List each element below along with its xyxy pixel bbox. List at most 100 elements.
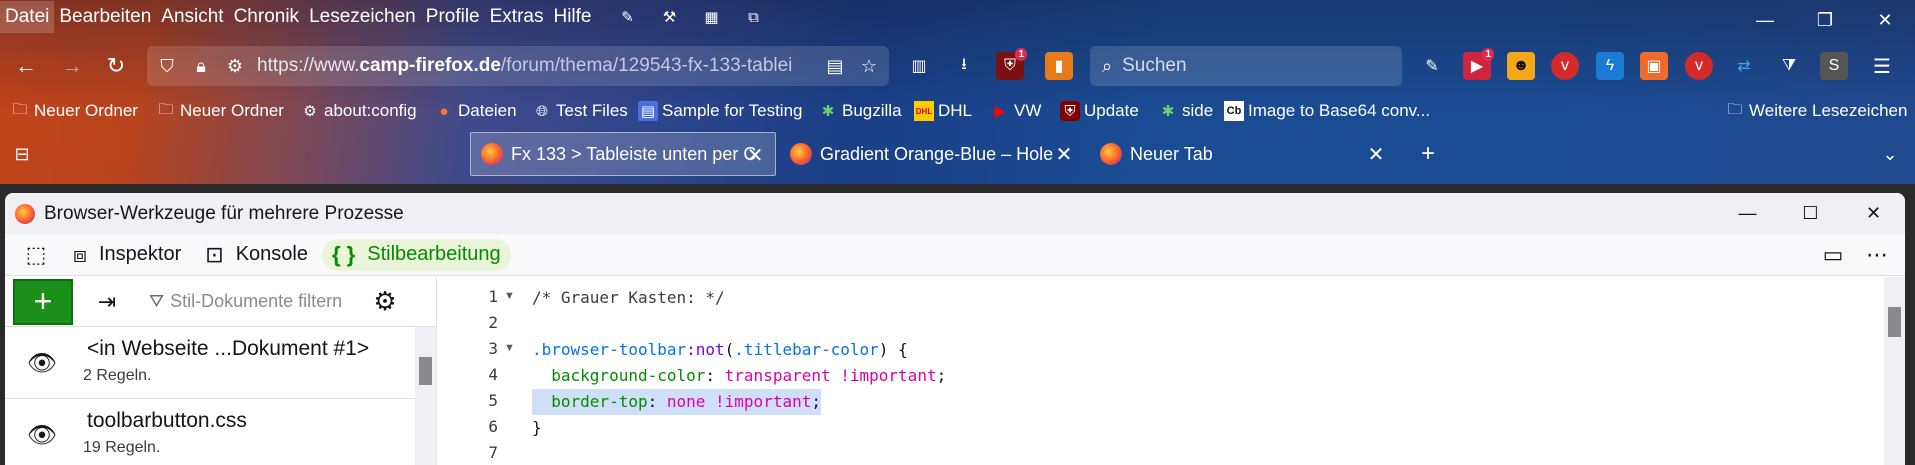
menu-extras[interactable]: Extras: [485, 1, 549, 33]
firefox-icon: [15, 203, 35, 224]
firefox-icon: [481, 143, 503, 165]
url-bar[interactable]: ⛉ 🔒︎ ⚙ https://www.camp-firefox.de/forum…: [147, 46, 889, 86]
bookmark-star-icon[interactable]: ☆: [855, 52, 883, 80]
stylesheet-list: 👁︎ <in Webseite ...Dokument #1> 2 Regeln…: [5, 327, 416, 465]
shield-icon[interactable]: ⛉: [153, 52, 181, 80]
new-stylesheet-button[interactable]: +: [13, 278, 73, 325]
filter-input[interactable]: ⛛ Stil-Dokumente filtern: [149, 291, 349, 312]
url-text[interactable]: https://www.camp-firefox.de/forum/thema/…: [257, 55, 821, 77]
gear-icon[interactable]: ⚙: [365, 282, 405, 322]
download-icon[interactable]: ⭳: [950, 52, 978, 80]
forward-icon[interactable]: →: [56, 50, 88, 82]
restore-icon[interactable]: ❐: [1795, 0, 1855, 40]
bookmark-vw[interactable]: ▶ VW: [990, 98, 1041, 124]
search-bar[interactable]: ⌕ Suchen: [1090, 46, 1402, 86]
new-tab-icon[interactable]: +: [1412, 138, 1444, 170]
sidebar-scrollbar[interactable]: [415, 327, 436, 465]
extension-face-icon[interactable]: ☻: [1507, 52, 1535, 80]
permissions-icon[interactable]: ⚙: [221, 52, 249, 80]
bookmark-more[interactable]: 🗀︎ Weitere Lesezeichen: [1725, 98, 1907, 124]
menu-profile[interactable]: Profile: [421, 1, 485, 33]
close-icon[interactable]: ✕: [1855, 0, 1915, 40]
code-line: /* Grauer Kasten: */: [532, 288, 725, 307]
more-options-icon[interactable]: ⋯: [1855, 237, 1899, 273]
bookmark-update[interactable]: ⛨ Update: [1060, 98, 1139, 124]
back-icon[interactable]: ←: [10, 50, 42, 82]
element-picker-icon[interactable]: ⬚: [17, 237, 55, 273]
close-icon[interactable]: ✕: [743, 143, 767, 167]
menu-hilfe[interactable]: Hilfe: [548, 1, 596, 33]
line-gutter: 1 ▼ 2 3 ▼ 4 5 6 7: [488, 287, 516, 462]
eye-icon[interactable]: 👁︎: [25, 349, 59, 377]
arrows-icon[interactable]: ⇄: [1730, 52, 1758, 80]
sidebar-toolbar: + ⇥ ⛛ Stil-Dokumente filtern ⚙: [5, 277, 436, 327]
tab-fx133[interactable]: Fx 133 > Tableiste unten per CSS ✕: [470, 132, 776, 176]
gear-icon: ⚙: [303, 103, 317, 120]
bookmark-folder[interactable]: 🗀︎ Neuer Ordner: [10, 98, 137, 124]
lock-icon[interactable]: 🔒︎: [187, 52, 215, 80]
sync-s-icon[interactable]: S: [1820, 52, 1848, 80]
bookmark-folder[interactable]: 🗀︎ Neuer Ordner: [156, 98, 283, 124]
screenshot-icon[interactable]: ⧉: [743, 6, 765, 28]
import-icon[interactable]: ⇥: [87, 282, 127, 322]
tab-neuer-tab[interactable]: Neuer Tab ✕: [1090, 132, 1396, 176]
code-line: .browser-toolbar:not(.titlebar-color) {: [532, 340, 908, 359]
tab-stilbearbeitung[interactable]: { } Stilbearbeitung: [321, 238, 511, 271]
menu-lesezeichen[interactable]: Lesezeichen: [304, 1, 421, 33]
devtools-window: Browser-Werkzeuge für mehrere Prozesse —…: [5, 193, 1905, 465]
tab-konsole[interactable]: ⊡ Konsole: [195, 239, 318, 271]
extension-multi-icon[interactable]: ▮: [1045, 52, 1073, 80]
menu-bearbeiten[interactable]: Bearbeiten: [54, 1, 156, 33]
library-icon[interactable]: ▥: [905, 52, 933, 80]
braces-icon: { }: [331, 241, 356, 267]
minimize-icon[interactable]: —: [1716, 193, 1779, 233]
maximize-icon[interactable]: ☐: [1779, 193, 1842, 233]
close-icon[interactable]: ✕: [1364, 142, 1388, 166]
inspector-icon: ⧈: [73, 241, 87, 267]
bookmark-bugzilla[interactable]: ✱ Bugzilla: [818, 98, 902, 124]
menu-datei[interactable]: Datei: [0, 1, 55, 33]
eye-icon[interactable]: 👁︎: [25, 421, 59, 449]
bookmark-sample-testing[interactable]: ▤ Sample for Testing: [638, 98, 802, 124]
close-icon[interactable]: ✕: [1842, 193, 1905, 233]
bookmark-image-base64[interactable]: Cb Image to Base64 conv...: [1224, 98, 1430, 124]
tab-list-icon[interactable]: ⌄: [1874, 138, 1906, 170]
notes-icon[interactable]: ✎: [1418, 52, 1446, 80]
tabs-bar: ⊟ Fx 133 > Tableiste unten per CSS ✕ Gra…: [0, 132, 1915, 176]
extensions-icon[interactable]: ⧩: [1775, 52, 1803, 80]
list-item[interactable]: 👁︎ <in Webseite ...Dokument #1> 2 Regeln…: [5, 327, 416, 399]
code-line-selected: border-top: none !important;: [532, 389, 821, 415]
bookmark-test-files[interactable]: 🌐︎ Test Files: [532, 98, 628, 124]
menu-ansicht[interactable]: Ansicht: [156, 1, 228, 33]
code-editor[interactable]: 1 ▼ 2 3 ▼ 4 5 6 7 /* Grauer Kasten: */ .…: [438, 277, 1905, 465]
editor-scrollbar[interactable]: [1884, 277, 1905, 465]
menu-chronik[interactable]: Chronik: [229, 1, 304, 33]
bookmark-dhl[interactable]: DHL DHL: [914, 98, 972, 124]
list-item[interactable]: 👁︎ toolbarbutton.css 19 Regeln.: [5, 399, 416, 465]
close-icon[interactable]: ✕: [1052, 142, 1076, 166]
tab-groups-icon[interactable]: ⊟: [6, 138, 38, 170]
fold-arrow-icon[interactable]: ▼: [504, 342, 516, 354]
pen-icon[interactable]: ✎: [617, 6, 639, 28]
vivaldi-icon[interactable]: v: [1551, 52, 1579, 80]
firefox-icon: ●: [439, 102, 449, 120]
reload-icon[interactable]: ↻: [100, 50, 132, 82]
video-dl-icon[interactable]: ▶ 1: [1463, 48, 1494, 80]
screenshot-ext-icon[interactable]: ▣: [1640, 52, 1668, 80]
bookmark-about-config[interactable]: ⚙ about:config: [300, 98, 416, 124]
menu-icon[interactable]: ☰: [1868, 52, 1896, 80]
tools-icon[interactable]: ⚒: [659, 6, 681, 28]
dock-layout-icon[interactable]: ▭: [1811, 237, 1855, 273]
tab-inspektor[interactable]: ⧈ Inspektor: [63, 239, 191, 271]
bookmark-dateien[interactable]: ● Dateien: [434, 98, 516, 124]
minimize-icon[interactable]: —: [1735, 0, 1795, 40]
ublock-icon[interactable]: ⛨ 1: [996, 48, 1027, 80]
lightning-icon[interactable]: ϟ: [1596, 52, 1624, 80]
calendar-icon[interactable]: ▦: [701, 6, 723, 28]
reader-view-icon[interactable]: ▤: [821, 52, 849, 80]
vivaldi-2-icon[interactable]: v: [1685, 52, 1713, 80]
devtools-window-controls: — ☐ ✕: [1716, 193, 1905, 233]
tab-gradient[interactable]: Gradient Orange-Blue – Hole ✕: [780, 132, 1084, 176]
fold-arrow-icon[interactable]: ▼: [504, 290, 516, 302]
bookmark-side[interactable]: ✱ side: [1158, 98, 1213, 124]
